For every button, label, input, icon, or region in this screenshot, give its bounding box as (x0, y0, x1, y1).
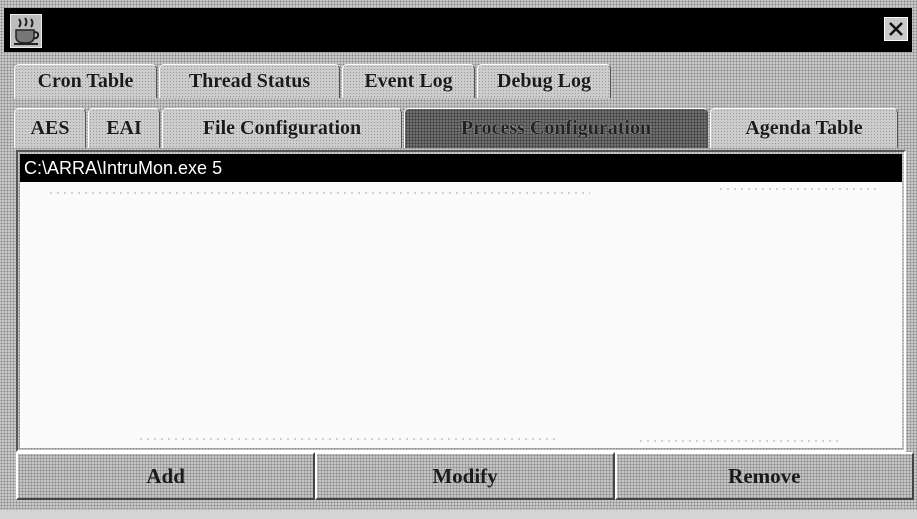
process-list-panel: C:\ARRA\IntruMon.exe 5 (16, 150, 906, 452)
scan-artifact (640, 440, 840, 442)
list-item-text: C:\ARRA\IntruMon.exe 5 (24, 158, 223, 178)
tab-file-configuration[interactable]: File Configuration (162, 108, 402, 148)
tab-event-log[interactable]: Event Log (342, 64, 475, 98)
tab-agenda-table[interactable]: Agenda Table (710, 108, 898, 148)
add-button-label: Add (146, 463, 185, 488)
scan-artifact (140, 438, 560, 440)
tab-label: Cron Table (37, 70, 134, 92)
close-x-icon (889, 22, 903, 36)
tab-row-bottom: AES EAI File Configuration Process Confi… (14, 108, 899, 148)
title-bar[interactable] (4, 8, 912, 52)
list-item[interactable]: C:\ARRA\IntruMon.exe 5 (20, 154, 902, 182)
remove-button-label: Remove (728, 463, 801, 488)
tab-thread-status[interactable]: Thread Status (159, 64, 340, 98)
tab-aes[interactable]: AES (14, 108, 86, 148)
close-button[interactable] (884, 17, 908, 41)
coffee-cup-icon[interactable] (10, 14, 42, 48)
tab-label: Agenda Table (745, 117, 863, 139)
application-window: Cron Table Thread Status Event Log Debug… (0, 0, 917, 519)
process-list[interactable]: C:\ARRA\IntruMon.exe 5 (20, 154, 902, 448)
tab-label: Thread Status (188, 70, 311, 92)
tab-label: File Configuration (202, 117, 362, 139)
tab-label: Debug Log (497, 70, 591, 92)
tab-row-top: Cron Table Thread Status Event Log Debug… (14, 64, 614, 98)
tab-label: Process Configuration (460, 117, 652, 139)
tab-eai[interactable]: EAI (88, 108, 160, 148)
scan-artifact (50, 192, 590, 194)
tab-cron-table[interactable]: Cron Table (14, 64, 157, 98)
modify-button[interactable]: Modify (315, 452, 615, 500)
tab-label: AES (30, 117, 70, 139)
modify-button-label: Modify (432, 463, 498, 488)
add-button[interactable]: Add (16, 452, 316, 500)
tab-process-configuration[interactable]: Process Configuration (404, 108, 708, 148)
tab-label: Event Log (364, 70, 453, 92)
tab-debug-log[interactable]: Debug Log (477, 64, 611, 98)
window-bottom-border (0, 510, 917, 519)
remove-button[interactable]: Remove (614, 452, 914, 500)
tab-label: EAI (106, 117, 142, 139)
button-bar: Add Modify Remove (16, 452, 914, 500)
scan-artifact (720, 188, 880, 190)
